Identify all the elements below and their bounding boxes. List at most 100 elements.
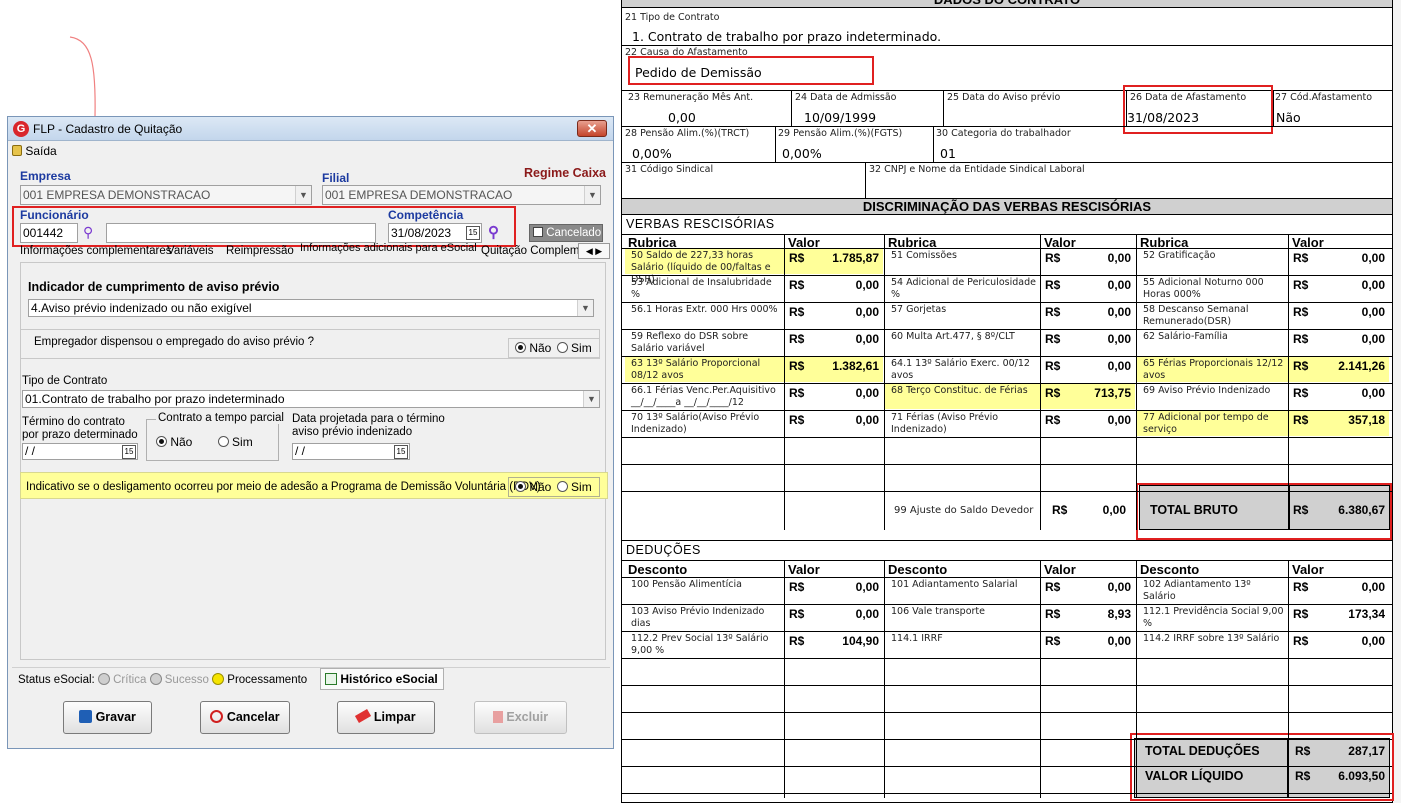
- col-divider: [1136, 234, 1137, 530]
- row-divider: [622, 793, 1392, 794]
- currency-label: R$: [789, 305, 805, 319]
- termino-input[interactable]: / / 15: [22, 443, 138, 460]
- tipo-contrato-select[interactable]: 01.Contrato de trabalho por prazo indete…: [22, 390, 600, 408]
- item-value: 0,00: [1107, 413, 1131, 427]
- row-divider: [622, 685, 1392, 686]
- row-divider: [622, 577, 1392, 578]
- item-value: 0,00: [1361, 386, 1385, 400]
- item-label: 62 Salário-Família: [1143, 331, 1228, 342]
- data-projetada-label: Data projetada para o término aviso prév…: [292, 413, 445, 438]
- gravar-label: Gravar: [95, 710, 136, 724]
- chevron-down-icon: ▼: [584, 186, 600, 204]
- historico-label: Histórico eSocial: [340, 672, 438, 686]
- tab-reimpressao[interactable]: Reimpressão: [226, 245, 294, 257]
- item-value: 0,00: [1361, 305, 1385, 319]
- close-button[interactable]: ✕: [577, 120, 607, 137]
- currency-label: R$: [1293, 332, 1309, 346]
- chevron-down-icon: ▼: [583, 391, 599, 407]
- aviso-indicator-select[interactable]: 4.Aviso prévio indenizado ou não exigíve…: [28, 299, 594, 317]
- divider: [622, 234, 1392, 235]
- radio-nao[interactable]: [515, 342, 526, 353]
- item-value: 0,00: [1107, 305, 1131, 319]
- radio-sim[interactable]: [556, 481, 568, 492]
- discriminacao-header: DISCRIMINAÇÃO DAS VERBAS RESCISÓRIAS: [621, 198, 1393, 215]
- parcial-radio-group: Não Sim: [156, 435, 253, 449]
- col-divider: [1288, 234, 1289, 530]
- col-divider: [784, 234, 785, 530]
- radio-sim[interactable]: [217, 436, 229, 447]
- radio-nao[interactable]: [156, 436, 167, 447]
- divider: [622, 90, 1392, 91]
- f29-value: 0,00%: [782, 146, 822, 161]
- item-value: 357,18: [1348, 413, 1385, 427]
- calendar-icon[interactable]: 15: [122, 445, 136, 459]
- saida-label: Saída: [25, 144, 57, 158]
- status-label: Status eSocial:: [18, 674, 95, 686]
- currency-label: R$: [789, 634, 805, 648]
- row-divider: [622, 766, 1392, 767]
- cadastro-quitacao-dialog: G FLP - Cadastro de Quitação ✕ Saída Emp…: [7, 116, 614, 749]
- item-value: 173,34: [1348, 607, 1385, 621]
- currency-label: R$: [1293, 359, 1309, 373]
- tab-informacoes-complementares[interactable]: Informações complementares: [20, 245, 171, 257]
- tab-variaveis[interactable]: Variáveis: [167, 245, 213, 257]
- item-value: 0,00: [1361, 580, 1385, 594]
- row-divider: [622, 275, 1392, 276]
- limpar-label: Limpar: [373, 710, 416, 724]
- dados-contrato-header: DADOS DO CONTRATO: [621, 0, 1393, 8]
- lock-icon: [12, 145, 22, 156]
- currency-label: R$: [789, 278, 805, 292]
- f28-label: 28 Pensão Alim.(%)(TRCT): [625, 128, 750, 139]
- currency-label: R$: [1045, 386, 1061, 400]
- gravar-button[interactable]: Gravar: [63, 701, 152, 734]
- item-value: 0,00: [1361, 251, 1385, 265]
- currency-label: R$: [1045, 278, 1061, 292]
- item-label: 55 Adicional Noturno 000 Horas 000%: [1143, 277, 1264, 300]
- empresa-select[interactable]: 001 EMPRESA DEMONSTRACAO ▼: [20, 185, 312, 205]
- radio-nao-label: Não: [170, 435, 193, 449]
- calendar-icon[interactable]: 15: [394, 445, 408, 459]
- filial-select[interactable]: 001 EMPRESA DEMONSTRACAO ▼: [322, 185, 601, 205]
- cancelar-button[interactable]: Cancelar: [200, 701, 290, 734]
- item-value: 0,00: [1361, 332, 1385, 346]
- status-critica-label: Crítica: [113, 674, 147, 686]
- saida-button[interactable]: Saída: [12, 144, 57, 158]
- radio-nao[interactable]: [515, 481, 526, 492]
- currency-label: R$: [1045, 305, 1061, 319]
- col-divider: [884, 561, 885, 798]
- status-processamento-label: Processamento: [227, 674, 308, 686]
- divider: [622, 126, 1392, 127]
- f25-label: 25 Data do Aviso prévio: [947, 92, 1061, 103]
- historico-esocial-button[interactable]: Histórico eSocial: [320, 668, 444, 690]
- item-value: 0,00: [855, 278, 879, 292]
- item-value: 2.141,26: [1338, 359, 1385, 373]
- tab-scroll-arrows[interactable]: ◀ ▶: [578, 243, 610, 259]
- f32-label: 32 CNPJ e Nome da Entidade Sindical Labo…: [869, 164, 1085, 175]
- item-label: 57 Gorjetas: [891, 304, 947, 315]
- tab-informacoes-esocial[interactable]: Informações adicionais para eSocial: [300, 242, 477, 254]
- data-projetada-input[interactable]: / / 15: [292, 443, 410, 460]
- tipo-contrato-label: Tipo de Contrato: [22, 375, 108, 387]
- limpar-button[interactable]: Limpar: [337, 701, 435, 734]
- esocial-status: Status eSocial: Crítica Sucesso Processa…: [18, 673, 307, 686]
- title-bar[interactable]: G FLP - Cadastro de Quitação ✕: [8, 117, 613, 141]
- excluir-button[interactable]: Excluir: [474, 701, 567, 734]
- tab-quitacao-complementar[interactable]: Quitação Compleme: [481, 245, 578, 257]
- item-value: 0,00: [1361, 278, 1385, 292]
- divider: [622, 560, 1392, 561]
- item-value: 0,00: [855, 386, 879, 400]
- decorative-curve: [69, 36, 96, 118]
- empresa-value: 001 EMPRESA DEMONSTRACAO: [23, 188, 211, 202]
- item-value: 0,00: [1107, 251, 1131, 265]
- currency-label: R$: [1045, 634, 1061, 648]
- item-label: 63 13º Salário Proporcional 08/12 avos: [631, 358, 761, 381]
- radio-sim[interactable]: [556, 342, 568, 353]
- item-label: 77 Adicional por tempo de serviço: [1143, 412, 1269, 435]
- status-sucesso-label: Sucesso: [164, 674, 209, 686]
- contrato-parcial-label: Contrato a tempo parcial: [156, 412, 286, 424]
- desconto-column-header: Desconto: [1140, 562, 1200, 577]
- valor-liquido-label: VALOR LÍQUIDO: [1145, 769, 1244, 783]
- currency-label: R$: [789, 580, 805, 594]
- dispensou-radio-group: Não Sim: [508, 338, 600, 358]
- cancelado-checkbox[interactable]: Cancelado: [529, 224, 603, 242]
